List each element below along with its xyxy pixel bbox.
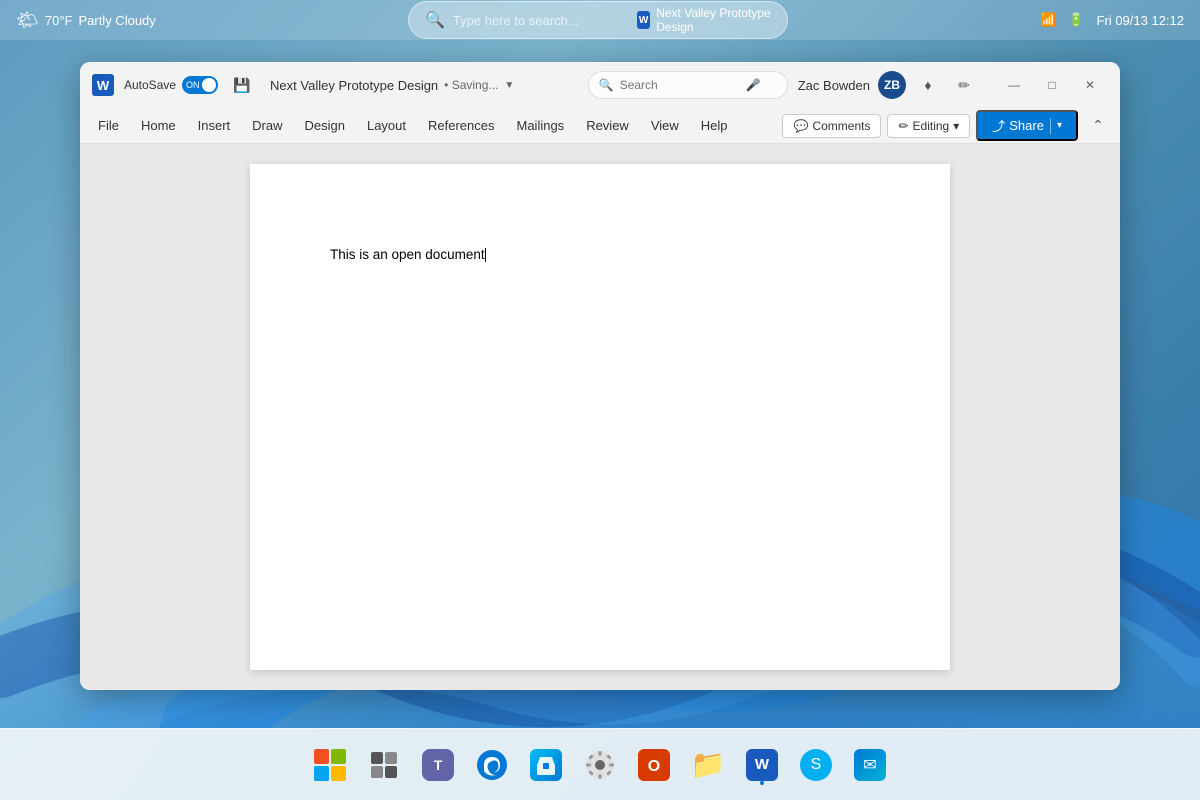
diamond-icon-button[interactable]: ♦ — [914, 71, 942, 99]
menu-draw[interactable]: Draw — [242, 114, 292, 137]
menu-bar-right: 💬 Comments ✏ Editing ▾ ⤴ Share ▾ ⌃ — [782, 110, 1112, 141]
active-doc-label: W Next Valley Prototype Design — [637, 6, 771, 34]
editing-chevron-icon: ▾ — [953, 119, 959, 133]
datetime-display: Fri 09/13 12:12 — [1097, 13, 1184, 28]
text-cursor — [485, 248, 486, 262]
share-label: Share — [1009, 118, 1044, 133]
active-doc-name: Next Valley Prototype Design — [656, 6, 771, 34]
search-icon: 🔍 — [425, 10, 445, 30]
widgets-icon — [369, 750, 399, 780]
title-bar: W AutoSave ON 💾 Next Valley Prototype De… — [80, 62, 1120, 108]
menu-file[interactable]: File — [88, 114, 129, 137]
menu-insert[interactable]: Insert — [188, 114, 241, 137]
store-icon — [530, 749, 562, 781]
document-page[interactable]: This is an open document — [250, 164, 950, 670]
top-search-area: 🔍 W Next Valley Prototype Design — [156, 1, 1040, 39]
taskbar-start-button[interactable] — [306, 741, 354, 789]
maximize-button[interactable]: □ — [1034, 71, 1070, 99]
comment-icon: 💬 — [793, 119, 808, 133]
title-search-box[interactable]: 🔍 🎤 — [588, 71, 788, 99]
autosave-toggle[interactable]: ON — [182, 76, 218, 94]
comments-label: Comments — [812, 119, 870, 133]
menu-view[interactable]: View — [641, 114, 689, 137]
word-active-indicator — [760, 781, 764, 785]
word-taskbar-icon: W — [746, 749, 778, 781]
pencil-icon: ✏ — [898, 119, 908, 133]
microphone-icon[interactable]: 🎤 — [746, 78, 761, 92]
taskbar-settings-button[interactable] — [576, 741, 624, 789]
top-search-input[interactable] — [453, 13, 629, 28]
document-title-area[interactable]: Next Valley Prototype Design • Saving...… — [270, 78, 578, 93]
title-search-input[interactable] — [620, 78, 740, 92]
windows-logo-icon — [314, 749, 346, 781]
taskbar-office-button[interactable]: O — [630, 741, 678, 789]
menu-layout[interactable]: Layout — [357, 114, 416, 137]
menu-mailings[interactable]: Mailings — [507, 114, 575, 137]
taskbar-edge-button[interactable] — [468, 741, 516, 789]
wifi-icon: 📶 — [1040, 12, 1056, 28]
menu-references[interactable]: References — [418, 114, 504, 137]
taskbar-store-button[interactable] — [522, 741, 570, 789]
teams-icon: T — [422, 749, 454, 781]
editing-label: Editing — [913, 119, 950, 133]
user-area: Zac Bowden ZB ♦ ✏ — [798, 71, 978, 99]
word-logo: W — [92, 74, 114, 96]
ribbon-collapse-button[interactable]: ⌃ — [1084, 112, 1112, 140]
skype-icon: S — [800, 749, 832, 781]
share-divider — [1050, 118, 1051, 134]
title-search-icon: 🔍 — [599, 78, 614, 92]
user-name: Zac Bowden — [798, 78, 870, 93]
menu-review[interactable]: Review — [576, 114, 639, 137]
share-icon: ⤴ — [992, 116, 1005, 135]
weather-condition: Partly Cloudy — [78, 13, 155, 28]
menu-home[interactable]: Home — [131, 114, 186, 137]
taskbar: T — [0, 728, 1200, 800]
pen-icon-button[interactable]: ✏ — [950, 71, 978, 99]
editing-button[interactable]: ✏ Editing ▾ — [887, 114, 970, 138]
system-taskbar: 🌤 70°F Partly Cloudy 🔍 W Next Valley Pro… — [0, 0, 1200, 40]
close-button[interactable]: ✕ — [1072, 71, 1108, 99]
comments-button[interactable]: 💬 Comments — [782, 114, 881, 138]
title-chevron-icon[interactable]: ▼ — [504, 80, 514, 91]
document-title: Next Valley Prototype Design — [270, 78, 438, 93]
file-explorer-icon: 📁 — [691, 748, 726, 781]
weather-widget[interactable]: 🌤 70°F Partly Cloudy — [16, 10, 156, 31]
quick-access-toolbar: 💾 — [228, 71, 256, 99]
document-content[interactable]: This is an open document — [330, 244, 870, 266]
window-controls: — □ ✕ — [996, 71, 1108, 99]
save-icon-button[interactable]: 💾 — [228, 71, 256, 99]
office-icon: O — [638, 749, 670, 781]
share-button[interactable]: ⤴ Share ▾ — [976, 110, 1078, 141]
minimize-button[interactable]: — — [996, 71, 1032, 99]
save-indicator: • Saving... — [444, 78, 498, 92]
menu-design[interactable]: Design — [295, 114, 355, 137]
autosave-label: AutoSave — [124, 78, 176, 92]
taskbar-word-button[interactable]: W — [738, 741, 786, 789]
svg-text:O: O — [648, 758, 660, 775]
mail-icon: ✉ — [854, 749, 886, 781]
taskbar-file-explorer-button[interactable]: 📁 — [684, 741, 732, 789]
user-avatar[interactable]: ZB — [878, 71, 906, 99]
document-area[interactable]: This is an open document — [80, 144, 1120, 690]
taskbar-teams-button[interactable]: T — [414, 741, 462, 789]
system-tray: 📶 🔋 Fri 09/13 12:12 — [1040, 12, 1184, 28]
settings-icon — [584, 749, 616, 781]
menu-help[interactable]: Help — [691, 114, 738, 137]
word-window: W AutoSave ON 💾 Next Valley Prototype De… — [80, 62, 1120, 690]
share-chevron-icon: ▾ — [1057, 120, 1062, 131]
battery-icon: 🔋 — [1068, 12, 1084, 28]
document-text: This is an open document — [330, 247, 485, 262]
taskbar-widgets-button[interactable] — [360, 741, 408, 789]
weather-icon: 🌤 — [16, 10, 39, 31]
temperature: 70°F — [45, 13, 73, 28]
edge-icon — [476, 749, 508, 781]
menu-bar: File Home Insert Draw Design Layout Refe… — [80, 108, 1120, 144]
top-search-bar[interactable]: 🔍 W Next Valley Prototype Design — [408, 1, 788, 39]
desktop: 🌤 70°F Partly Cloudy 🔍 W Next Valley Pro… — [0, 0, 1200, 800]
taskbar-mail-button[interactable]: ✉ — [846, 741, 894, 789]
autosave-area: AutoSave ON — [124, 76, 218, 94]
word-icon-mini: W — [637, 11, 650, 29]
toggle-on-label: ON — [186, 80, 200, 90]
taskbar-skype-button[interactable]: S — [792, 741, 840, 789]
